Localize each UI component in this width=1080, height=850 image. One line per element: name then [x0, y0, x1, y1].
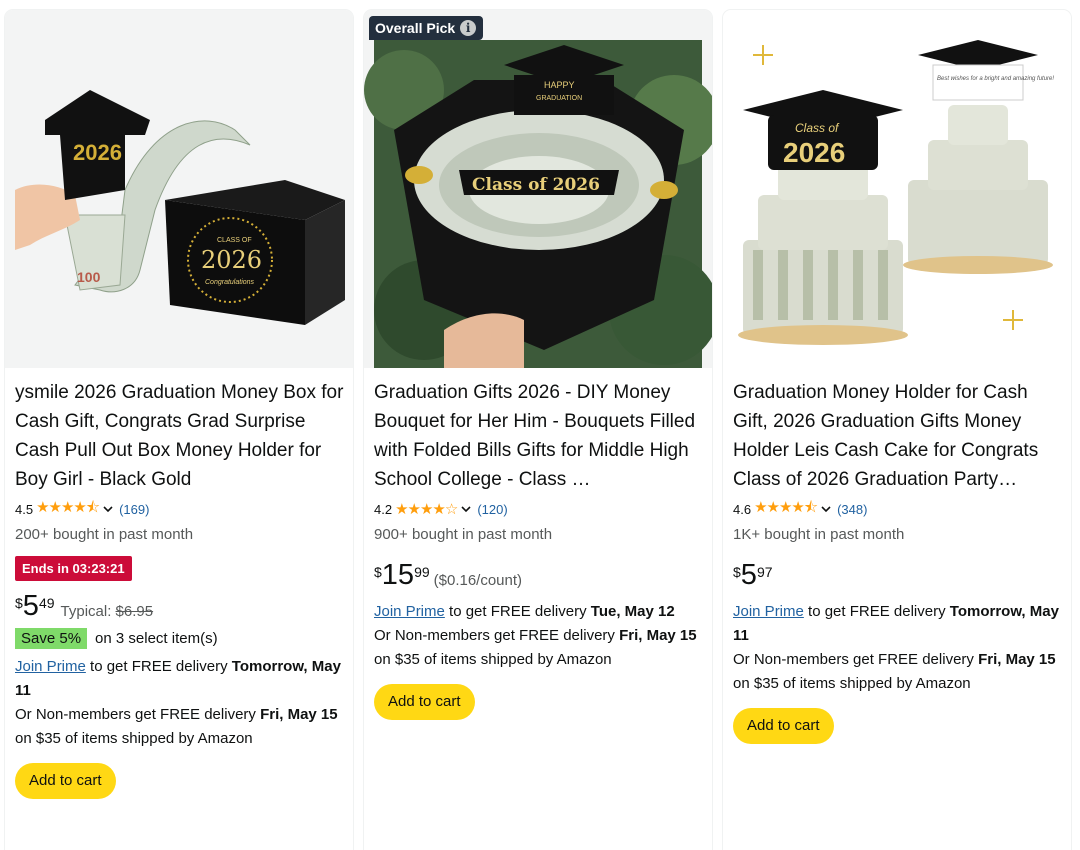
product-card: CLASS OF 2026 Congratulations 100 2026 y…: [5, 10, 353, 850]
nonmember-prefix: Or Non-members get FREE delivery: [374, 627, 620, 644]
typical-label: Typical:: [60, 603, 112, 620]
rating-value: 4.5: [15, 501, 34, 517]
cake-sign: Best wishes for a bright and amazing fut…: [937, 76, 1054, 82]
delivery-prefix: to get FREE delivery: [803, 603, 950, 620]
price-symbol: $: [733, 564, 741, 580]
nonmember-suffix: on $35 of items shipped by Amazon: [374, 651, 612, 668]
typical-price-value: $6.95: [115, 603, 154, 620]
product-card: Overall Pick i Class of 2026 HAPPY GRADU…: [364, 10, 712, 850]
review-count[interactable]: (348): [837, 502, 867, 517]
tag-year: 2026: [73, 140, 122, 165]
star-rating: ★★★★☆: [395, 501, 458, 518]
rating-row[interactable]: 4.5 ★★★★⯪ (169): [15, 499, 347, 518]
nonmember-date: Fri, May 15: [260, 706, 338, 723]
price-whole: 5: [22, 590, 39, 622]
price[interactable]: $ 5 49: [15, 591, 55, 621]
product-grid: CLASS OF 2026 Congratulations 100 2026 y…: [0, 10, 1080, 850]
product-image[interactable]: Class of 2026 HAPPY GRADUATION: [364, 10, 712, 368]
price[interactable]: $ 15 99: [374, 560, 430, 590]
prime-delivery: Join Prime to get FREE delivery Tue, May…: [374, 600, 706, 624]
money-box-illustration: CLASS OF 2026 Congratulations 100 2026: [5, 10, 353, 368]
price[interactable]: $ 5 97: [733, 560, 773, 590]
deal-timer-badge: Ends in 03:23:21: [15, 556, 132, 581]
rating-value: 4.6: [733, 501, 752, 517]
box-congrats: Congratulations: [205, 279, 255, 286]
typical-price: Typical: $6.95: [61, 603, 154, 620]
chevron-down-icon[interactable]: [821, 504, 831, 514]
nonmember-prefix: Or Non-members get FREE delivery: [15, 706, 261, 723]
info-icon[interactable]: i: [460, 20, 477, 36]
price-whole: 15: [381, 559, 415, 591]
coupon-row: Save 5% on 3 select item(s): [15, 627, 347, 649]
price-symbol: $: [374, 564, 382, 580]
save-text: on 3 select item(s): [95, 629, 218, 647]
money-bouquet-illustration: Class of 2026 HAPPY GRADUATION: [364, 10, 712, 368]
delivery-date: Tue, May 12: [590, 603, 675, 620]
save-badge: Save 5%: [15, 627, 88, 649]
join-prime-link[interactable]: Join Prime: [733, 603, 804, 620]
box-label: CLASS OF: [217, 237, 252, 244]
product-title[interactable]: Graduation Money Holder for Cash Gift, 2…: [733, 378, 1065, 494]
overall-pick-badge[interactable]: Overall Pick i: [369, 16, 484, 40]
prime-delivery: Join Prime to get FREE delivery Tomorrow…: [733, 600, 1065, 648]
nonmember-delivery: Or Non-members get FREE delivery Fri, Ma…: [15, 703, 347, 751]
delivery-prefix: to get FREE delivery: [444, 603, 591, 620]
prime-delivery: Join Prime to get FREE delivery Tomorrow…: [15, 655, 347, 703]
bought-past-month: 900+ bought in past month: [374, 526, 553, 543]
bill-denomination: 100: [77, 269, 101, 285]
join-prime-link[interactable]: Join Prime: [374, 603, 445, 620]
price-whole: 5: [740, 559, 757, 591]
box-year: 2026: [201, 246, 262, 274]
review-count[interactable]: (169): [119, 502, 149, 517]
product-image[interactable]: Class of 2026 Best wishes for a bright a…: [723, 10, 1071, 368]
rating-row[interactable]: 4.2 ★★★★☆ (120): [374, 500, 706, 518]
bought-past-month: 1K+ bought in past month: [733, 526, 905, 543]
add-to-cart-button[interactable]: Add to cart: [374, 684, 475, 720]
product-image[interactable]: CLASS OF 2026 Congratulations 100 2026: [5, 10, 353, 368]
money-cake-illustration: Class of 2026 Best wishes for a bright a…: [723, 10, 1071, 368]
product-card: Class of 2026 Best wishes for a bright a…: [723, 10, 1071, 850]
rating-row[interactable]: 4.6 ★★★★⯪ (348): [733, 499, 1065, 518]
chevron-down-icon[interactable]: [461, 504, 471, 514]
price-symbol: $: [15, 595, 23, 611]
price-row: $ 5 97: [733, 560, 1065, 592]
star-rating: ★★★★⯪: [754, 498, 818, 516]
nonmember-date: Fri, May 15: [619, 627, 697, 644]
price-row: $ 5 49 Typical: $6.95: [15, 591, 347, 623]
bought-past-month: 200+ bought in past month: [15, 526, 194, 543]
price-fraction: 99: [414, 564, 430, 580]
star-rating: ★★★★⯪: [36, 498, 100, 516]
review-count[interactable]: (120): [477, 502, 507, 517]
nonmember-suffix: on $35 of items shipped by Amazon: [15, 730, 253, 747]
add-to-cart-button[interactable]: Add to cart: [733, 708, 834, 744]
nonmember-delivery: Or Non-members get FREE delivery Fri, Ma…: [374, 624, 706, 672]
rating-value: 4.2: [374, 501, 393, 517]
cake-class-of: Class of: [795, 121, 840, 135]
nonmember-prefix: Or Non-members get FREE delivery: [733, 651, 979, 668]
nonmember-suffix: on $35 of items shipped by Amazon: [733, 675, 971, 692]
price-fraction: 97: [756, 564, 773, 580]
delivery-prefix: to get FREE delivery: [85, 658, 232, 675]
sign-happy: HAPPY: [544, 80, 575, 90]
banner-text: Class of 2026: [472, 175, 600, 195]
add-to-cart-button[interactable]: Add to cart: [15, 763, 116, 799]
join-prime-link[interactable]: Join Prime: [15, 658, 86, 675]
product-title[interactable]: ysmile 2026 Graduation Money Box for Cas…: [15, 378, 347, 494]
badge-label: Overall Pick: [375, 20, 456, 36]
previous-row-text-cutoff: [0, 0, 1080, 8]
price-row: $ 15 99 ($0.16/count): [374, 560, 706, 592]
price-fraction: 49: [38, 595, 55, 611]
nonmember-delivery: Or Non-members get FREE delivery Fri, Ma…: [733, 648, 1065, 696]
sign-graduation: GRADUATION: [536, 95, 582, 102]
cake-year: 2026: [783, 137, 845, 168]
chevron-down-icon[interactable]: [103, 504, 113, 514]
unit-price: ($0.16/count): [433, 572, 523, 589]
nonmember-date: Fri, May 15: [978, 651, 1056, 668]
product-title[interactable]: Graduation Gifts 2026 - DIY Money Bouque…: [374, 378, 706, 494]
